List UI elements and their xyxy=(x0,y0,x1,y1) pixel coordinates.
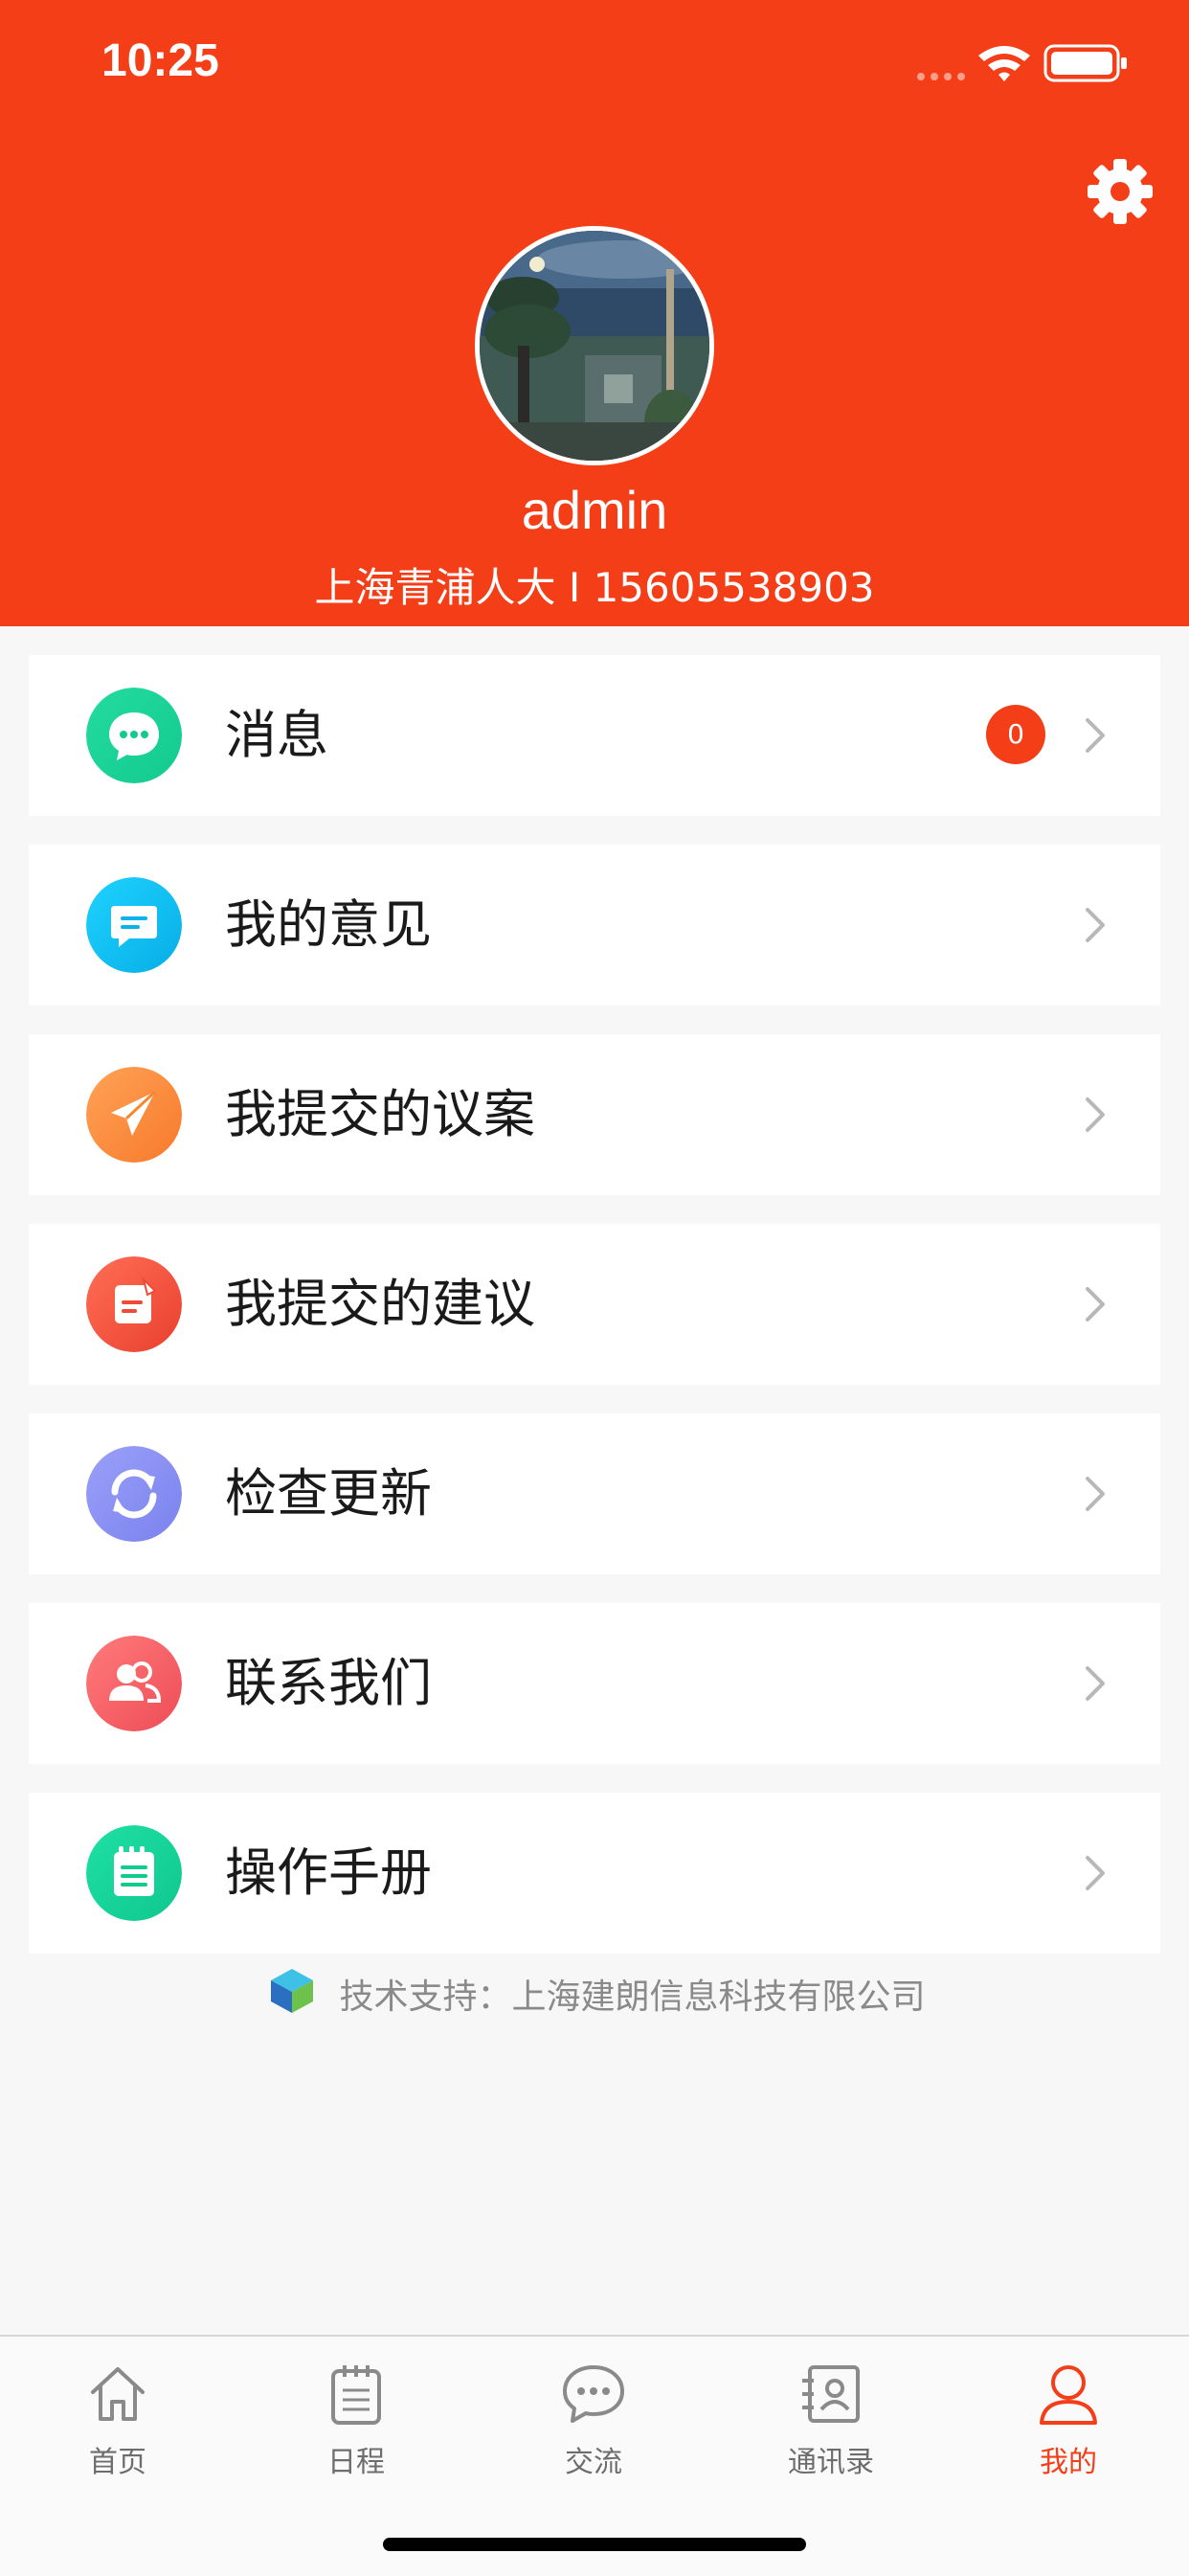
home-indicator[interactable] xyxy=(383,2538,806,2551)
tab-label: 通讯录 xyxy=(788,2446,874,2479)
user-info: 上海青浦人大 I 15605538903 xyxy=(314,564,875,611)
menu-label: 我提交的建议 xyxy=(225,1274,535,1334)
calendar-icon xyxy=(331,2365,381,2425)
tech-support-footer: 技术支持：上海建朗信息科技有限公司 xyxy=(0,1965,1189,2026)
tab-schedule[interactable]: 日程 xyxy=(280,2360,433,2494)
contacts-icon xyxy=(86,1636,182,1731)
user-icon xyxy=(1040,2365,1097,2425)
chevron-right-icon xyxy=(1086,1666,1105,1701)
menu-label: 我的意见 xyxy=(225,894,432,955)
profile-header: 10:25 admin 上海青浦人大 I 15605538903 xyxy=(0,0,1189,626)
status-time: 10:25 xyxy=(101,35,219,86)
chevron-right-icon xyxy=(1086,1097,1105,1132)
tab-label: 日程 xyxy=(327,2446,385,2479)
company-logo-icon xyxy=(271,1969,314,2013)
chevron-right-icon xyxy=(1086,1856,1105,1890)
username: admin xyxy=(521,480,668,540)
chevron-right-icon xyxy=(1086,718,1105,753)
unread-badge: 0 xyxy=(986,705,1045,764)
tab-home[interactable]: 首页 xyxy=(41,2360,194,2494)
tab-label: 交流 xyxy=(565,2446,622,2479)
tab-label: 首页 xyxy=(89,2446,146,2479)
menu-item-my-motions[interactable]: 我提交的议案 xyxy=(29,1034,1160,1195)
avatar[interactable] xyxy=(475,226,714,465)
edit-note-icon xyxy=(86,1256,182,1352)
home-icon xyxy=(91,2367,145,2421)
message-icon xyxy=(86,688,182,783)
settings-gear-icon[interactable] xyxy=(1086,157,1155,226)
menu-item-my-suggestions[interactable]: 我提交的建议 xyxy=(29,1224,1160,1385)
paper-plane-icon xyxy=(86,1067,182,1163)
menu-label: 操作手册 xyxy=(225,1842,432,1903)
menu-item-check-update[interactable]: 检查更新 xyxy=(29,1413,1160,1574)
menu-label: 检查更新 xyxy=(225,1463,432,1524)
tab-label: 我的 xyxy=(1040,2446,1097,2479)
refresh-icon xyxy=(86,1446,182,1542)
chevron-right-icon xyxy=(1086,908,1105,942)
menu-item-contact-us[interactable]: 联系我们 xyxy=(29,1603,1160,1764)
wifi-icon xyxy=(978,46,1030,81)
menu-item-messages[interactable]: 消息 0 xyxy=(29,655,1160,816)
tech-support-text: 技术支持：上海建朗信息科技有限公司 xyxy=(339,1977,926,2017)
address-book-icon xyxy=(802,2365,860,2423)
comment-icon xyxy=(86,877,182,973)
menu-item-my-opinions[interactable]: 我的意见 xyxy=(29,845,1160,1006)
tab-chat[interactable]: 交流 xyxy=(517,2360,670,2494)
tab-contacts[interactable]: 通讯录 xyxy=(754,2360,908,2494)
menu-label: 联系我们 xyxy=(225,1653,432,1713)
battery-icon xyxy=(1043,44,1127,82)
menu-label: 我提交的议案 xyxy=(225,1084,535,1144)
menu-label: 消息 xyxy=(225,705,328,765)
avatar-image xyxy=(480,231,709,461)
signal-icon xyxy=(917,73,965,80)
status-icons xyxy=(917,44,1127,82)
manual-icon xyxy=(86,1825,182,1921)
chat-icon xyxy=(563,2365,624,2423)
tab-mine[interactable]: 我的 xyxy=(992,2360,1145,2494)
chevron-right-icon xyxy=(1086,1287,1105,1322)
chevron-right-icon xyxy=(1086,1477,1105,1511)
menu-item-manual[interactable]: 操作手册 xyxy=(29,1793,1160,1954)
